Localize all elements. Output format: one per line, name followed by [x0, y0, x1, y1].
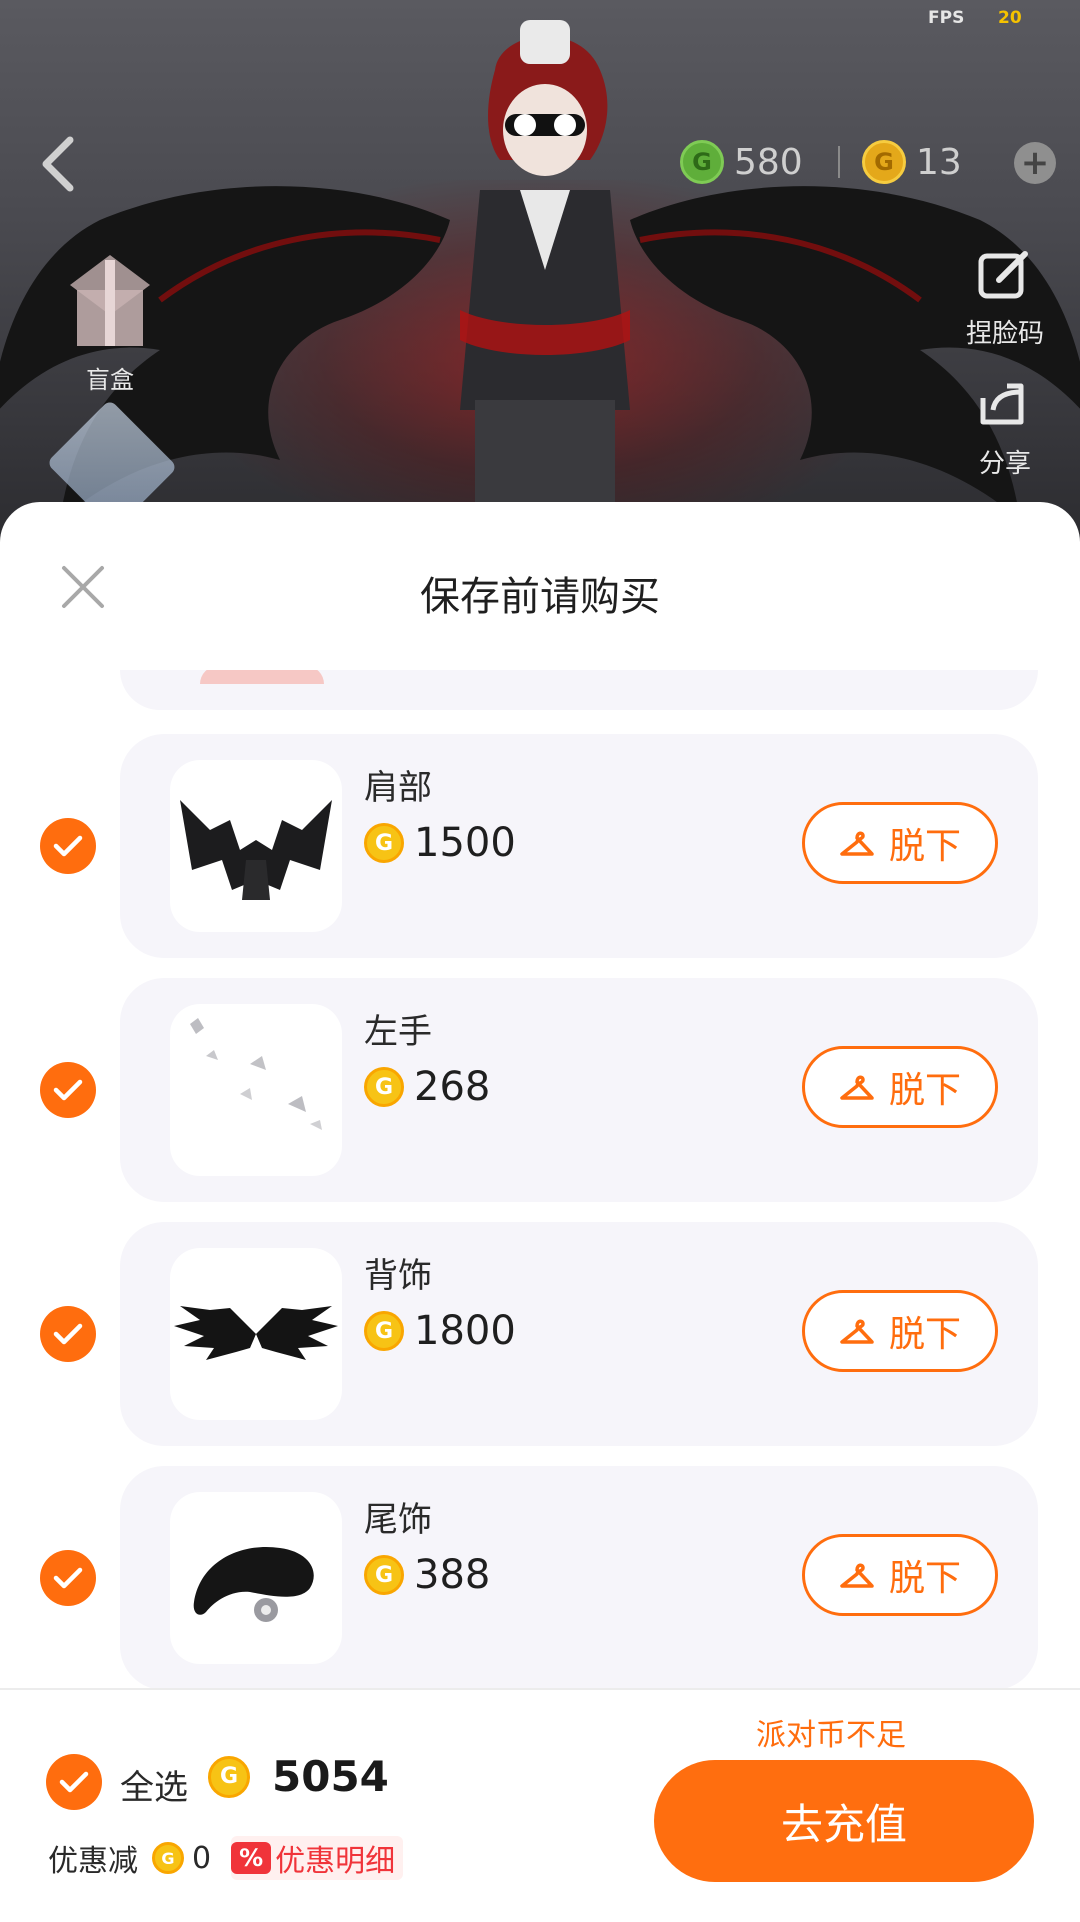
hanger-icon [840, 831, 874, 856]
hanger-icon [840, 1319, 874, 1344]
coin-icon: G [364, 823, 404, 863]
item-price-value: 1500 [414, 820, 516, 866]
hanger-icon [840, 1563, 874, 1588]
discount-label: 优惠减 [48, 1844, 138, 1879]
item-name: 尾饰 [364, 1500, 432, 1540]
sheet-title: 保存前请购买 [420, 574, 660, 620]
take-off-button[interactable]: 脱下 [802, 802, 998, 884]
item-price: G 268 [364, 1064, 490, 1110]
black-tail-icon [193, 1546, 314, 1622]
total-price: G 5054 [208, 1752, 389, 1801]
checkmark-icon [53, 1567, 83, 1589]
coin-icon: G [364, 1067, 404, 1107]
item-card: 左手 G 268 脱下 [120, 978, 1038, 1202]
butterfly-hand-icon [190, 1018, 322, 1130]
item-thumbnail [170, 760, 342, 932]
edit-square-icon [978, 251, 1028, 299]
checkmark-icon [53, 1323, 83, 1345]
list-item: 左手 G 268 脱下 [0, 978, 1080, 1202]
coin-icon: G [364, 1311, 404, 1351]
take-off-button[interactable]: 脱下 [802, 1046, 998, 1128]
item-checkbox[interactable] [40, 1550, 96, 1606]
percent-badge-icon: % [231, 1842, 272, 1874]
item-price-value: 268 [414, 1064, 491, 1110]
item-price-value: 1800 [414, 1308, 516, 1354]
discount-value: 0 [192, 1840, 212, 1876]
discount-row: 优惠减 G 0 % 优惠明细 [48, 1836, 404, 1880]
checkmark-icon [59, 1771, 89, 1793]
gold-currency: G 13 [862, 138, 962, 186]
blind-box-label: 盲盒 [86, 366, 134, 394]
item-price: G 388 [364, 1552, 490, 1598]
item-price: G 1500 [364, 820, 516, 866]
item-name: 左手 [364, 1012, 432, 1052]
blind-box-button[interactable]: 盲盒 [60, 250, 160, 395]
green-currency-amount: 580 [734, 141, 803, 183]
face-code-button[interactable]: 捏脸码 [960, 248, 1050, 350]
item-name: 肩部 [364, 768, 432, 808]
green-coin-icon: G [680, 140, 724, 184]
item-thumbnail [170, 1492, 342, 1664]
checkmark-icon [53, 835, 83, 857]
take-off-label: 脱下 [888, 1314, 961, 1355]
hanger-icon [840, 1075, 874, 1100]
game-scene: FPS 20 G 580 G 13 + 盲盒 捏脸码 分享 [0, 0, 1080, 540]
list-item: 肩部 G 1500 脱下 [0, 734, 1080, 958]
face-code-label: 捏脸码 [965, 319, 1044, 349]
checkmark-icon [53, 1079, 83, 1101]
item-checkbox[interactable] [40, 1306, 96, 1362]
coin-icon: G [152, 1842, 184, 1874]
share-button[interactable]: 分享 [960, 378, 1050, 480]
coin-icon: G [364, 1555, 404, 1595]
discount-detail-label: 优惠明细 [275, 1844, 396, 1879]
right-wing-graphic [630, 186, 1080, 520]
item-thumbnail [170, 1248, 342, 1420]
take-off-label: 脱下 [888, 826, 961, 867]
item-checkbox[interactable] [40, 1062, 96, 1118]
take-off-label: 脱下 [888, 1558, 961, 1599]
add-currency-button[interactable]: + [1014, 142, 1056, 184]
select-all-label[interactable]: 全选 [120, 1760, 188, 1809]
fps-label: FPS [928, 8, 965, 28]
item-name: 背饰 [364, 1256, 432, 1296]
gold-currency-amount: 13 [916, 141, 962, 183]
insufficient-balance-text: 派对币不足 [756, 1718, 906, 1753]
take-off-button[interactable]: 脱下 [802, 1290, 998, 1372]
recharge-button[interactable]: 去充值 [654, 1760, 1034, 1882]
take-off-label: 脱下 [888, 1070, 961, 1111]
black-wings-icon [174, 1306, 338, 1360]
item-thumbnail [170, 1004, 342, 1176]
total-price-value: 5054 [272, 1752, 389, 1801]
take-off-button[interactable]: 脱下 [802, 1534, 998, 1616]
purchase-sheet: 保存前请购买 肩部 G 1500 脱下 左手 G 268 脱下 背饰 G 180… [0, 502, 1080, 1922]
list-item: 尾饰 G 388 脱下 [0, 1466, 1080, 1688]
currency-divider [838, 146, 840, 178]
coin-icon: G [208, 1755, 250, 1798]
discount-detail-link[interactable]: % 优惠明细 [231, 1836, 404, 1880]
fps-value: 20 [998, 8, 1022, 28]
share-label: 分享 [978, 449, 1031, 479]
green-currency: G 580 [680, 138, 803, 186]
item-checkbox[interactable] [40, 818, 96, 874]
avatar-character [460, 20, 630, 520]
partial-item-card [120, 670, 1038, 710]
item-price: G 1800 [364, 1308, 516, 1354]
select-all-checkbox[interactable] [46, 1754, 102, 1810]
gold-coin-icon: G [862, 140, 906, 184]
share-icon [980, 383, 1024, 425]
item-card: 肩部 G 1500 脱下 [120, 734, 1038, 958]
gift-box-icon [70, 255, 150, 346]
list-item: 背饰 G 1800 脱下 [0, 1222, 1080, 1446]
item-price-value: 388 [414, 1552, 491, 1598]
checkout-footer: 全选 G 5054 优惠减 G 0 % 优惠明细 派对币不足 去充值 [0, 1688, 1080, 1922]
dragon-shoulder-icon [180, 800, 332, 900]
item-card: 尾饰 G 388 脱下 [120, 1466, 1038, 1688]
back-arrow-icon[interactable] [36, 134, 80, 194]
item-card: 背饰 G 1800 脱下 [120, 1222, 1038, 1446]
purchase-list[interactable]: 肩部 G 1500 脱下 左手 G 268 脱下 背饰 G 1800 脱下 尾饰… [0, 670, 1080, 1688]
